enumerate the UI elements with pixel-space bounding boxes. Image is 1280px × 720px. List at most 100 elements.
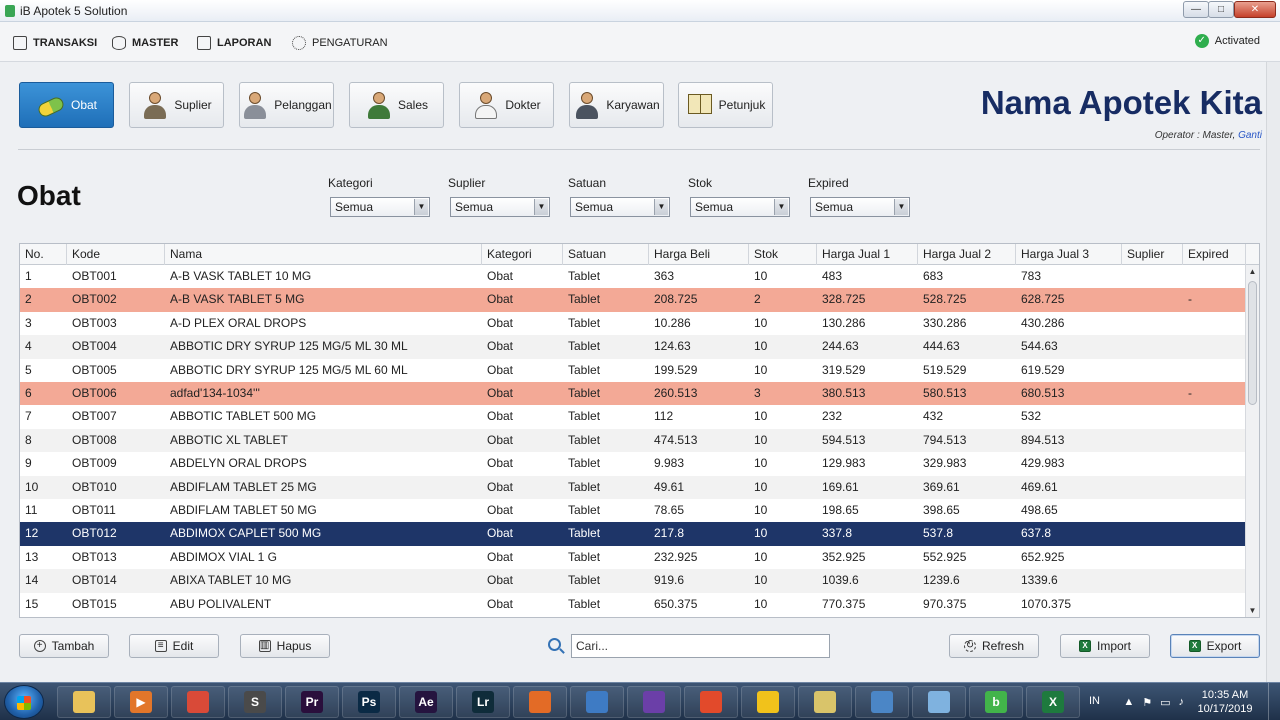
column-header[interactable]: Harga Beli xyxy=(649,244,749,265)
column-header[interactable]: Satuan xyxy=(563,244,649,265)
show-desktop-button[interactable] xyxy=(1268,683,1280,720)
delete-button[interactable]: ▥ Hapus xyxy=(240,634,330,658)
column-header[interactable]: Expired xyxy=(1183,244,1246,265)
refresh-button[interactable]: ↻ Refresh xyxy=(949,634,1039,658)
visual-studio-taskbar-button[interactable] xyxy=(627,686,681,718)
table-row[interactable]: 8 OBT008 ABBOTIC XL TABLET Obat Tablet 474.51… xyxy=(20,428,1246,453)
after-effects-taskbar-button[interactable]: Ae xyxy=(399,686,453,718)
add-button[interactable]: + Tambah xyxy=(19,634,109,658)
table-cell: 970.375 xyxy=(923,596,967,611)
menu-laporan[interactable]: LAPORAN xyxy=(197,34,271,52)
table-cell: ABBOTIC TABLET 500 MG xyxy=(170,409,317,424)
table-row[interactable]: 10 OBT010 ABDIFLAM TABLET 25 MG Obat Tablet 4… xyxy=(20,475,1246,499)
module-suplier-button[interactable]: Suplier xyxy=(129,82,224,128)
codeigniter-taskbar-button[interactable] xyxy=(684,686,738,718)
column-header[interactable]: Kategori xyxy=(482,244,563,265)
table-row[interactable]: 14 OBT014 ABIXA TABLET 10 MG Obat Tablet 919.… xyxy=(20,569,1246,593)
window-scrollbar[interactable] xyxy=(1266,62,1280,682)
ib-apotek-taskbar-button[interactable]: b xyxy=(969,686,1023,718)
export-button[interactable]: X Export xyxy=(1170,634,1260,658)
expired-select[interactable]: Semua ▼ xyxy=(810,197,910,217)
column-header[interactable]: Stok xyxy=(749,244,817,265)
change-operator-link[interactable]: Ganti xyxy=(1238,130,1262,141)
excel-import-icon: X xyxy=(1078,640,1091,652)
filter-satuan: Satuan Semua ▼ xyxy=(568,176,670,217)
virtualbox-taskbar-button[interactable] xyxy=(570,686,624,718)
excel-export-icon: X xyxy=(1188,640,1201,652)
maximize-button[interactable]: □ xyxy=(1208,1,1234,18)
table-row[interactable]: 2 OBT002 A-B VASK TABLET 5 MG Obat Tablet 208… xyxy=(20,288,1246,312)
table-scrollbar[interactable]: ▲ ▼ xyxy=(1245,265,1259,617)
table-row[interactable]: 11 OBT011 ABDIFLAM TABLET 50 MG Obat Tablet 7… xyxy=(20,499,1246,523)
column-header[interactable]: Nama xyxy=(165,244,482,265)
table-cell xyxy=(1122,288,1183,311)
column-header[interactable]: Harga Jual 1 xyxy=(817,244,918,265)
close-button[interactable]: ✕ xyxy=(1234,1,1276,18)
table-cell: 652.925 xyxy=(1021,549,1065,564)
remote-desktop-taskbar-button[interactable] xyxy=(855,686,909,718)
module-dokter-button[interactable]: Dokter xyxy=(459,82,554,128)
chrome-taskbar-button[interactable] xyxy=(171,686,225,718)
column-header[interactable]: Harga Jual 3 xyxy=(1016,244,1122,265)
table-row[interactable]: 5 OBT005 ABBOTIC DRY SYRUP 125 MG/5 ML 60 … xyxy=(20,358,1246,382)
table-row[interactable]: 4 OBT004 ABBOTIC DRY SYRUP 125 MG/5 ML 30 … xyxy=(20,335,1246,359)
scroll-down-icon[interactable]: ▼ xyxy=(1246,604,1259,617)
scroll-up-icon[interactable]: ▲ xyxy=(1246,265,1259,279)
show-hidden-icons-icon[interactable]: ▲ xyxy=(1123,696,1134,709)
start-button[interactable] xyxy=(4,685,44,719)
suplier-select[interactable]: Semua ▼ xyxy=(450,197,550,217)
scroll-thumb[interactable] xyxy=(1248,281,1257,405)
column-header[interactable]: No. xyxy=(20,244,67,265)
menu-master[interactable]: MASTER xyxy=(112,34,178,52)
table-cell xyxy=(1183,452,1246,475)
column-header[interactable]: Suplier xyxy=(1122,244,1183,265)
table-row[interactable]: 3 OBT003 A-D PLEX ORAL DROPS Obat Tablet 10.2… xyxy=(20,311,1246,336)
table-cell: - xyxy=(1188,386,1192,400)
table-row[interactable]: 7 OBT007 ABBOTIC TABLET 500 MG Obat Tablet 11… xyxy=(20,405,1246,429)
module-obat-button[interactable]: Obat xyxy=(19,82,114,128)
module-pelanggan-button[interactable]: Pelanggan xyxy=(239,82,334,128)
premiere-taskbar-button[interactable]: Pr xyxy=(285,686,339,718)
network-icon[interactable]: ▭ xyxy=(1160,696,1170,709)
edit-button[interactable]: ≡ Edit xyxy=(129,634,219,658)
module-karyawan-button[interactable]: Karyawan xyxy=(569,82,664,128)
system-clock[interactable]: 10:35 AM 10/17/2019 xyxy=(1192,688,1258,716)
volume-icon[interactable]: ♪ xyxy=(1179,696,1185,709)
module-sales-button[interactable]: Sales xyxy=(349,82,444,128)
table-cell: 10 xyxy=(754,549,768,564)
menu-transaksi[interactable]: TRANSAKSI xyxy=(13,34,97,52)
table-row[interactable]: 15 OBT015 ABU POLIVALENT Obat Tablet 650.375 1… xyxy=(20,592,1246,616)
excel-taskbar-button[interactable]: X xyxy=(1026,686,1080,718)
stok-select[interactable]: Semua ▼ xyxy=(690,197,790,217)
table-row[interactable]: 1 OBT001 A-B VASK TABLET 10 MG Obat Tablet 36… xyxy=(20,265,1246,289)
windows-app-taskbar-button[interactable] xyxy=(741,686,795,718)
photoshop-taskbar-button[interactable]: Ps xyxy=(342,686,396,718)
table-row[interactable]: 9 OBT009 ABDELYN ORAL DROPS Obat Tablet 9.983… xyxy=(20,452,1246,476)
column-header[interactable]: Harga Jual 2 xyxy=(918,244,1016,265)
folder-taskbar-button[interactable] xyxy=(798,686,852,718)
lightroom-taskbar-button[interactable]: Lr xyxy=(456,686,510,718)
media-player-taskbar-button[interactable]: ▶ xyxy=(114,686,168,718)
import-button[interactable]: X Import xyxy=(1060,634,1150,658)
firefox-taskbar-button[interactable] xyxy=(513,686,567,718)
column-header[interactable]: Kode xyxy=(67,244,165,265)
sublime-text-taskbar-button[interactable]: S xyxy=(228,686,282,718)
language-indicator[interactable]: IN xyxy=(1089,695,1100,707)
notepad-taskbar-button[interactable] xyxy=(912,686,966,718)
search-input[interactable] xyxy=(571,634,830,658)
satuan-select[interactable]: Semua ▼ xyxy=(570,197,670,217)
visual-studio-icon xyxy=(643,691,665,713)
kategori-select[interactable]: Semua ▼ xyxy=(330,197,430,217)
menu-pengaturan[interactable]: PENGATURAN xyxy=(292,34,388,52)
file-explorer-taskbar-button[interactable] xyxy=(57,686,111,718)
table-row[interactable]: 13 OBT013 ABDIMOX VIAL 1 G Obat Tablet 232.92… xyxy=(20,545,1246,570)
table-row[interactable]: 6 OBT006 adfad'134-1034''' Obat Tablet 260.51… xyxy=(20,382,1246,406)
flag-icon[interactable]: ⚑ xyxy=(1142,696,1152,709)
table-cell: OBT015 xyxy=(72,596,117,611)
operator-label: Operator : Master, xyxy=(1154,130,1236,141)
module-label: Dokter xyxy=(505,98,541,112)
table-cell: 15 xyxy=(25,596,39,611)
minimize-button[interactable]: — xyxy=(1183,1,1209,18)
table-row[interactable]: 12 OBT012 ABDIMOX CAPLET 500 MG Obat Tablet 2… xyxy=(20,522,1246,546)
module-petunjuk-button[interactable]: Petunjuk xyxy=(678,82,773,128)
